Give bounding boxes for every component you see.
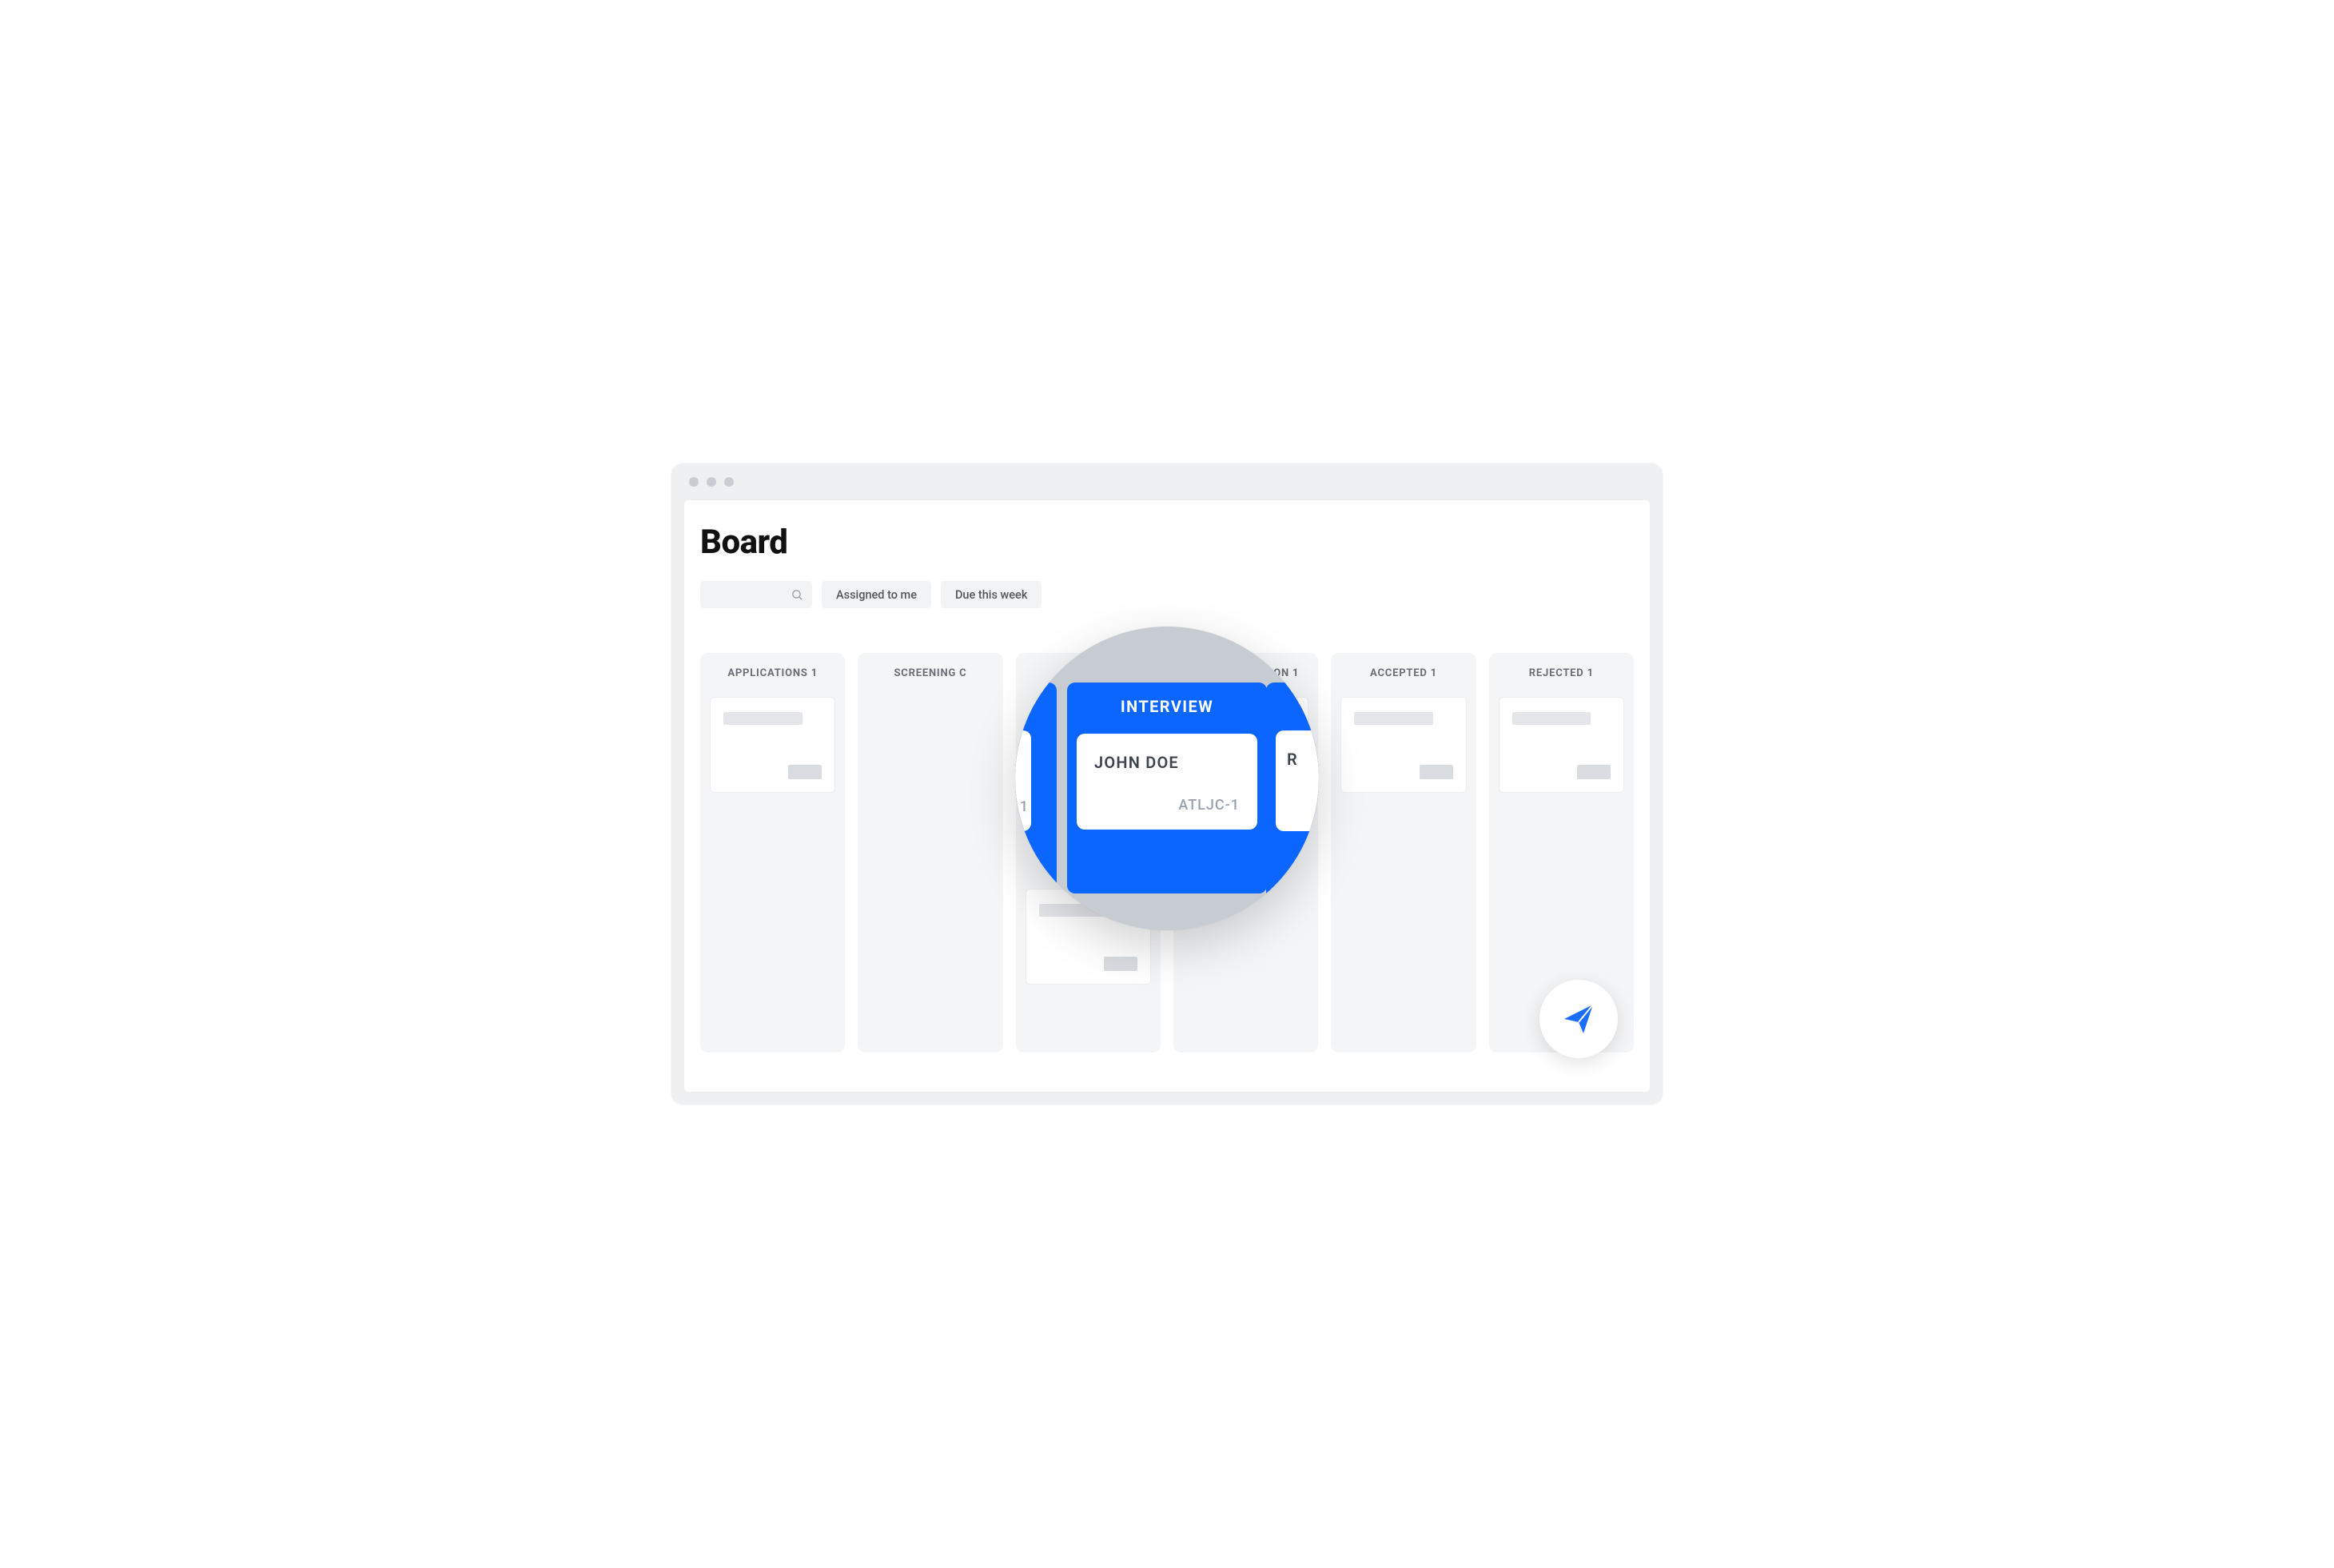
app-viewport: Board Assigned to me Due this week APPLI… (684, 500, 1650, 1092)
column-title: SCREENING C (867, 667, 993, 679)
page-title: Board (700, 523, 1634, 562)
card-id-placeholder (1261, 765, 1295, 779)
search-input[interactable] (700, 581, 812, 608)
send-fab[interactable] (1539, 980, 1618, 1058)
column-on[interactable]: ON 1 (1173, 653, 1318, 1053)
traffic-close-icon[interactable] (689, 477, 699, 487)
column-title: ON 1 (1183, 667, 1308, 679)
card[interactable] (1183, 697, 1308, 793)
filter-row: Assigned to me Due this week (700, 581, 1634, 608)
column-title: ACCEPTED 1 (1340, 667, 1466, 679)
card-title-placeholder (1512, 712, 1591, 725)
card-title-placeholder (1354, 712, 1433, 725)
card[interactable] (1340, 697, 1466, 793)
traffic-maximize-icon[interactable] (724, 477, 734, 487)
traffic-minimize-icon[interactable] (707, 477, 716, 487)
card-title-placeholder (1039, 904, 1118, 917)
search-icon (791, 588, 804, 602)
filter-due-this-week[interactable]: Due this week (941, 581, 1042, 608)
column-screening[interactable]: SCREENING C (858, 653, 1002, 1053)
card[interactable] (1026, 889, 1151, 985)
send-icon (1559, 1000, 1598, 1038)
column-interview[interactable]: INTERVIEW (1016, 653, 1161, 1053)
browser-window: Board Assigned to me Due this week APPLI… (671, 464, 1663, 1104)
card[interactable] (1499, 697, 1624, 793)
filter-assigned-to-me[interactable]: Assigned to me (822, 581, 931, 608)
card-id-placeholder (1104, 957, 1137, 971)
column-title: APPLICATIONS 1 (710, 667, 835, 679)
card[interactable] (710, 697, 835, 793)
card-id-placeholder (788, 765, 822, 779)
card-title-placeholder (723, 712, 803, 725)
column-applications[interactable]: APPLICATIONS 1 (700, 653, 845, 1053)
card-title-placeholder (1197, 712, 1276, 725)
column-title: REJECTED 1 (1499, 667, 1624, 679)
kanban-board: APPLICATIONS 1 SCREENING C INTERVIEW (700, 653, 1634, 1053)
card-id-placeholder (1420, 765, 1453, 779)
browser-chrome (671, 464, 1663, 500)
card-id-placeholder (1577, 765, 1611, 779)
column-accepted[interactable]: ACCEPTED 1 (1331, 653, 1476, 1053)
